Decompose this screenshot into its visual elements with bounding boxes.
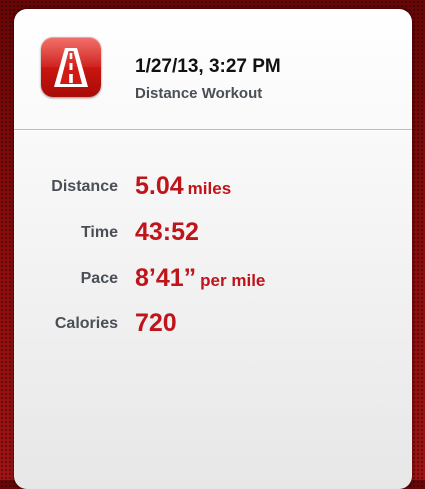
time-label: Time <box>80 224 118 241</box>
calories-value: 720 <box>135 309 177 337</box>
calories-value-group: 720 <box>135 309 177 338</box>
workout-date-time: 1/27/13, 3:27 PM <box>135 56 281 77</box>
time-value: 43:52 <box>135 218 199 246</box>
distance-unit: miles <box>187 179 232 198</box>
pace-value-group: 8’41” per mile <box>135 264 265 293</box>
pace-label: Pace <box>80 270 118 287</box>
time-value-group: 43:52 <box>135 218 199 247</box>
calories-label: Calories <box>54 315 118 332</box>
divider <box>14 129 412 131</box>
pace-unit: per mile <box>200 271 266 290</box>
road-icon <box>41 37 101 97</box>
workout-summary-card: 1/27/13, 3:27 PM Distance Workout Distan… <box>14 9 412 489</box>
distance-value: 5.04 <box>135 172 184 200</box>
workout-type: Distance Workout <box>135 85 263 102</box>
distance-value-group: 5.04 miles <box>135 172 231 201</box>
pace-value: 8’41” <box>135 264 197 292</box>
distance-label: Distance <box>51 178 118 195</box>
